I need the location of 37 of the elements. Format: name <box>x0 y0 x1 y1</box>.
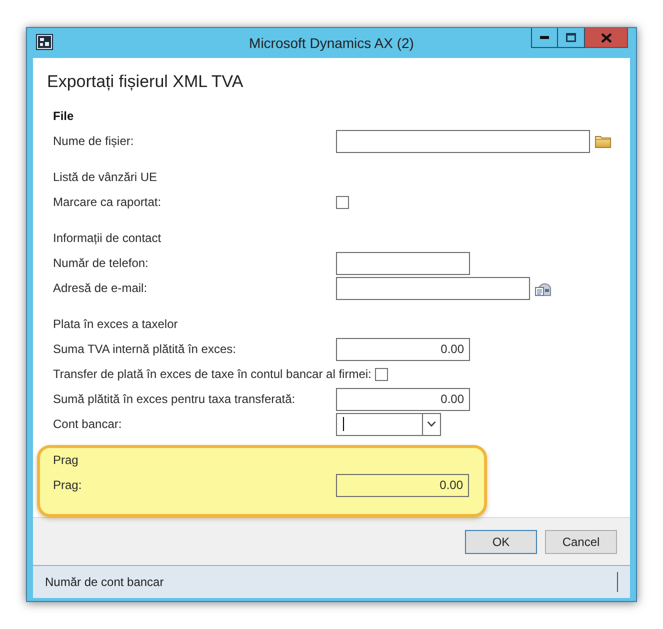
amount-field[interactable]: 0.00 <box>336 338 470 360</box>
text-field[interactable] <box>336 252 470 274</box>
status-text: Număr de cont bancar <box>45 575 165 589</box>
section-title: Listă de vânzări UE <box>53 169 158 186</box>
section-title: Informații de contact <box>53 230 162 247</box>
field-label: Adresă de e-mail: <box>53 281 148 295</box>
folder-icon[interactable] <box>595 134 611 148</box>
close-button[interactable] <box>585 28 628 48</box>
maximize-icon <box>566 33 576 42</box>
window-title: Microsoft Dynamics AX (2) <box>249 34 414 53</box>
checkbox[interactable] <box>336 196 349 208</box>
file-name-field[interactable] <box>336 130 590 152</box>
minimize-icon <box>540 36 549 39</box>
checkbox[interactable] <box>375 368 388 380</box>
email-field[interactable] <box>336 276 530 300</box>
amount-field[interactable]: 0.00 <box>336 388 470 410</box>
field-label: Marcare ca raportat: <box>53 195 162 209</box>
ok-button[interactable]: OK <box>465 530 537 554</box>
section-title: File <box>53 108 75 125</box>
close-icon <box>600 32 612 42</box>
field-label: Suma TVA internă plătită în exces: <box>53 342 237 356</box>
field-label: Nume de fișier: <box>53 134 135 148</box>
minimize-button[interactable] <box>531 28 558 48</box>
chevron-down-icon[interactable] <box>427 421 436 427</box>
amount-field[interactable]: 0.00 <box>336 474 469 496</box>
field-label: Număr de telefon: <box>53 256 150 270</box>
field-label: Sumă plătită în exces pentru taxa transferată: <box>53 392 296 406</box>
field-label: Transfer de plată în exces de taxe în contul bancar al firmei: <box>53 367 372 381</box>
field-label: Cont bancar: <box>53 417 123 431</box>
field-label: Prag: <box>53 478 83 492</box>
dialog-heading: Exportați fișierul XML TVA <box>46 71 244 93</box>
dialog-button[interactable]: Cancel <box>545 530 617 554</box>
documents-icon[interactable] <box>535 280 551 296</box>
app-icon <box>36 34 53 50</box>
section-title: Prag <box>53 452 80 469</box>
combo-box[interactable] <box>336 412 441 436</box>
section-title: Plata în exces a taxelor <box>53 316 179 333</box>
